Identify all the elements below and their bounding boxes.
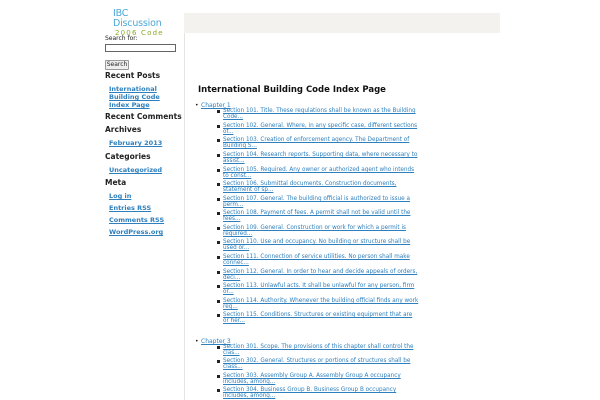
section-link[interactable]: Section 112. General. In order to hear a… — [217, 269, 419, 281]
section-link[interactable]: Section 304. Business Group B. Business … — [217, 387, 419, 399]
meta-link-entries-rss[interactable]: Entries RSS — [109, 204, 151, 212]
recent-comments-heading: Recent Comments — [105, 112, 182, 121]
section-link[interactable]: Section 108. Payment of fees. A permit s… — [217, 210, 419, 222]
section-link[interactable]: Section 106. Submittal documents. Constr… — [217, 181, 419, 193]
meta-link-comments-rss[interactable]: Comments RSS — [109, 216, 164, 224]
section-link[interactable]: Section 104. Research reports. Supportin… — [217, 152, 419, 164]
search-button[interactable]: Search — [105, 60, 129, 70]
search-label: Search for: — [105, 35, 138, 42]
search-input[interactable] — [105, 44, 176, 52]
section-link[interactable]: Section 111. Connection of service utili… — [217, 254, 419, 266]
site-title-line2: Discussion — [113, 18, 162, 29]
main-content: International Building Code Index Page C… — [184, 33, 500, 400]
recent-post-link[interactable]: International Building Code Index Page — [109, 85, 177, 109]
meta-link-wordpress-org[interactable]: WordPress.org — [109, 228, 163, 236]
section-link[interactable]: Section 103. Creation of enforcement age… — [217, 137, 419, 149]
meta-link-log-in[interactable]: Log in — [109, 192, 131, 200]
section-link[interactable]: Section 109. General. Construction or wo… — [217, 225, 419, 237]
section-link[interactable]: Section 110. Use and occupancy. No build… — [217, 239, 419, 251]
sidebar: Search for: Search Recent Posts Internat… — [105, 35, 182, 236]
section-link[interactable]: Section 115. Conditions. Structures or e… — [217, 312, 419, 324]
recent-posts-heading: Recent Posts — [105, 71, 161, 80]
page-title: International Building Code Index Page — [198, 85, 386, 95]
categories-heading: Categories — [105, 152, 151, 161]
section-link[interactable]: Section 101. Title. These regulations sh… — [217, 108, 419, 120]
header-band — [184, 13, 500, 33]
category-link-uncategorized[interactable]: Uncategorized — [109, 166, 162, 174]
archive-link-february-2013[interactable]: February 2013 — [109, 139, 162, 147]
section-link[interactable]: Section 105. Required. Any owner or auth… — [217, 167, 419, 179]
section-link[interactable]: Section 303. Assembly Group A. Assembly … — [217, 373, 419, 385]
section-link[interactable]: Section 302. General. Structures or port… — [217, 358, 419, 370]
archives-heading: Archives — [105, 125, 142, 134]
section-link[interactable]: Section 114. Authority. Whenever the bui… — [217, 298, 419, 310]
site-logo[interactable]: IBC Discussion 2006 Code — [113, 9, 175, 38]
section-link[interactable]: Section 113. Unlawful acts. It shall be … — [217, 283, 419, 295]
meta-heading: Meta — [105, 178, 127, 187]
section-link[interactable]: Section 102. General. Where, in any spec… — [217, 123, 419, 135]
section-link[interactable]: Section 107. General. The building offic… — [217, 196, 419, 208]
section-link[interactable]: Section 301. Scope. The provisions of th… — [217, 344, 419, 356]
